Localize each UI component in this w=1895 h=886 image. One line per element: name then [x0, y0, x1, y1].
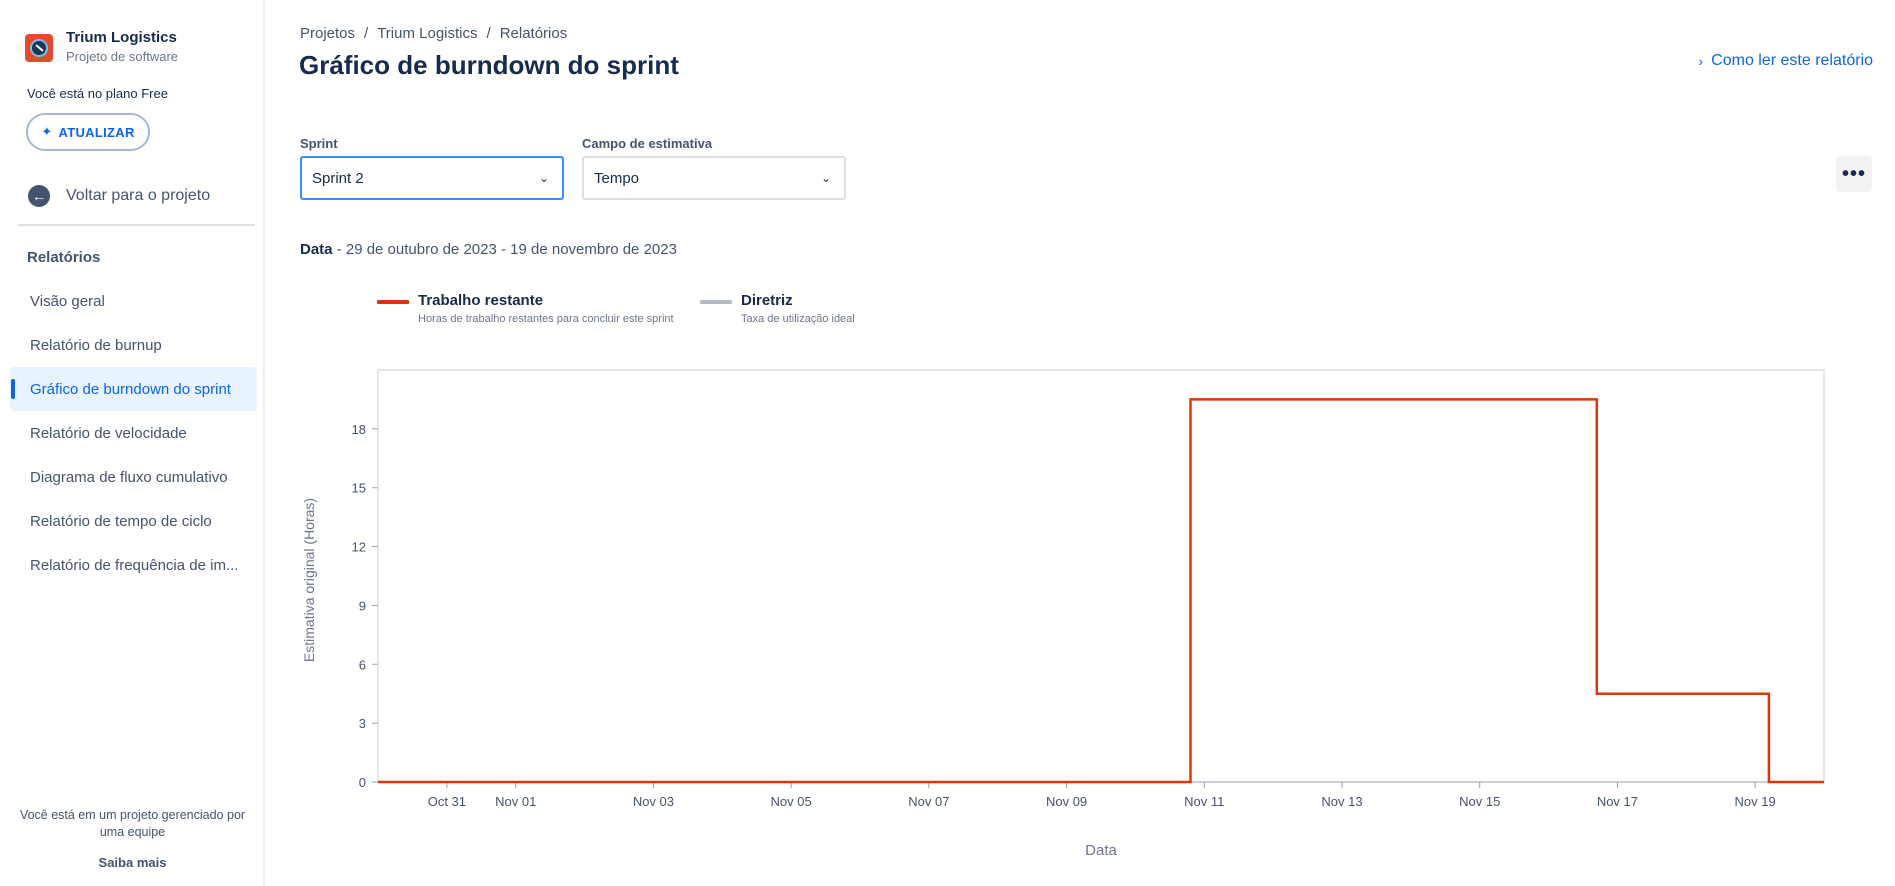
x-tick-label: Nov 01 — [495, 794, 536, 809]
x-axis-label: Data — [1085, 842, 1117, 859]
plot-area — [377, 369, 1825, 783]
x-tick-label: Oct 31 — [428, 794, 466, 809]
y-axis-label: Estimativa original (Horas) — [301, 498, 317, 662]
x-tick-label: Nov 15 — [1459, 794, 1500, 809]
x-tick-label: Nov 19 — [1735, 794, 1776, 809]
x-tick-label: Nov 09 — [1046, 794, 1087, 809]
y-tick-label: 12 — [352, 540, 366, 555]
y-tick-label: 9 — [359, 598, 366, 613]
y-tick-label: 0 — [359, 775, 366, 790]
y-tick-label: 6 — [359, 657, 366, 672]
burndown-chart: 0 3 6 9 12 15 18 Oct 31 Nov 01 Nov 03 Nov 05 Nov 07… — [301, 369, 1825, 859]
x-tick-label: Nov 07 — [908, 794, 949, 809]
x-tick-label: Nov 05 — [771, 794, 812, 809]
x-tick-label: Nov 17 — [1597, 794, 1638, 809]
x-tick-label: Nov 03 — [633, 794, 674, 809]
y-tick-label: 18 — [352, 422, 366, 437]
series-line-remaining-work — [378, 398, 1824, 784]
y-tick-label: 15 — [352, 481, 366, 496]
x-tick-label: Nov 13 — [1321, 794, 1362, 809]
x-tick-label: Nov 11 — [1184, 794, 1224, 809]
y-tick-label: 3 — [359, 716, 366, 731]
